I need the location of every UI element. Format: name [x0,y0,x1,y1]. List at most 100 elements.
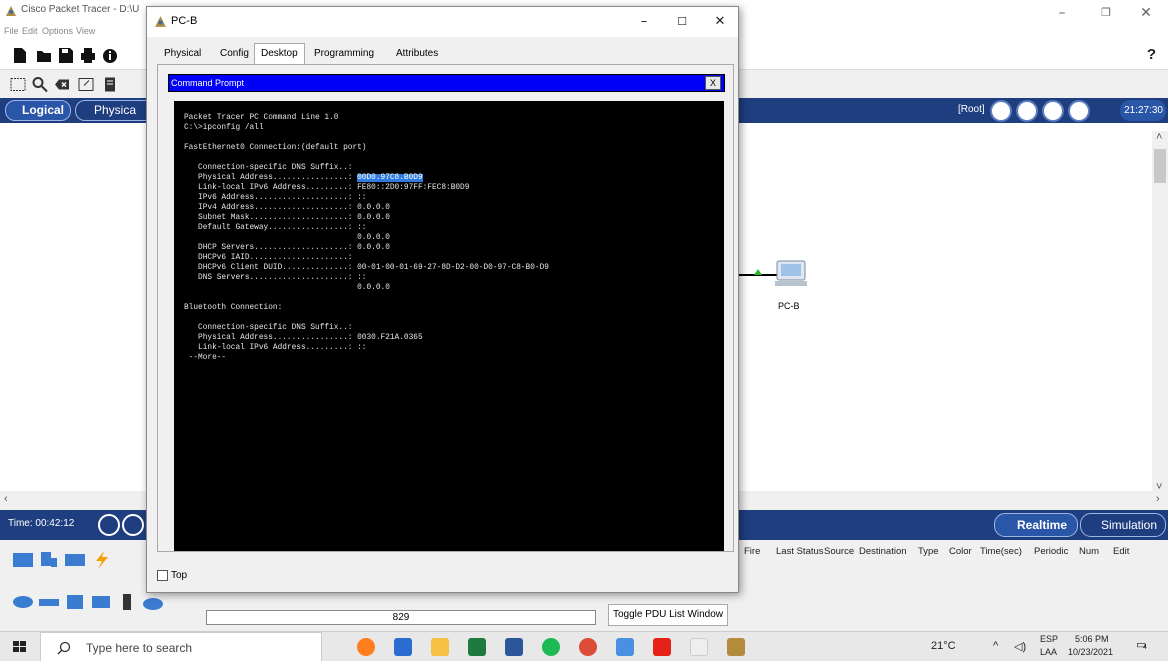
fast-forward-icon[interactable] [122,514,144,536]
scroll-up-icon[interactable]: ˄ [1156,131,1162,143]
pdu-col-type: Type [918,546,939,557]
pc-b-app-icon [155,16,166,27]
windows-taskbar: Type here to search 21°C ^ ◁) ESP LAA 5:… [0,631,1168,661]
close-icon[interactable]: ✕ [1126,2,1166,24]
maximize-icon[interactable]: ❐ [1086,2,1126,24]
wan-emulation-icon[interactable] [142,592,164,612]
network-devices-icon[interactable] [12,550,34,570]
pc-b-label: PC-B [778,301,800,311]
new-cluster-icon[interactable] [1016,100,1038,122]
info-icon[interactable] [102,47,118,64]
menu-options[interactable]: Options [42,26,73,36]
tab-programming[interactable]: Programming [307,43,381,65]
simulation-label: Simulation [1101,518,1158,532]
logical-view-button[interactable]: Logical [5,100,71,121]
terminal-line: DHCP Servers....................: 0.0.0.… [184,244,390,252]
clock-time[interactable]: 5:06 PM [1075,634,1109,644]
power-cycle-icon[interactable] [98,514,120,536]
minimize-icon[interactable]: – [1042,2,1082,24]
top-checkbox[interactable]: Top [157,570,187,581]
language-layout[interactable]: LAA [1040,647,1057,657]
components-icon[interactable] [64,550,86,570]
logical-view-label: Logical [22,103,65,117]
toggle-pdu-list-button[interactable]: Toggle PDU List Window [608,604,728,626]
physical-view-label: Physica [94,103,137,117]
volume-icon[interactable]: ◁) [1014,640,1026,653]
wireless-category-icon[interactable] [90,592,112,612]
clock-date[interactable]: 10/23/2021 [1068,647,1113,657]
snipping-tool-app-icon[interactable] [690,638,708,656]
packet-tracer-app-icon[interactable] [727,638,745,656]
zoom-app-icon[interactable] [616,638,634,656]
tray-chevron-icon[interactable]: ^ [993,640,998,652]
router-category-icon[interactable] [12,592,34,612]
command-prompt-terminal[interactable]: Packet Tracer PC Command Line 1.0 C:\>ipc… [174,101,724,551]
weather-temperature[interactable]: 21°C [931,640,956,652]
realtime-mode-button[interactable]: Realtime [994,513,1078,537]
dialog-minimize-icon[interactable]: – [627,11,661,33]
note-icon[interactable] [102,76,118,93]
excel-app-icon[interactable] [468,638,486,656]
scroll-right-icon[interactable]: › [1156,493,1160,505]
word-app-icon[interactable] [505,638,523,656]
menu-edit[interactable]: Edit [22,26,38,36]
end-devices-icon[interactable] [38,550,60,570]
top-checkbox-label: Top [171,570,188,582]
outlook-app-icon[interactable] [394,638,412,656]
menu-view[interactable]: View [76,26,95,36]
hub-category-icon[interactable] [64,592,86,612]
select-icon[interactable] [10,76,26,93]
vertical-scroll-thumb[interactable] [1154,149,1166,183]
spotify-app-icon[interactable] [542,638,560,656]
device-model-box: 829 [206,610,596,625]
search-icon [57,641,71,655]
help-icon[interactable]: ? [1147,46,1156,63]
tab-attributes[interactable]: Attributes [389,43,445,65]
simulation-mode-button[interactable]: Simulation [1080,513,1166,537]
delete-icon[interactable] [54,76,70,93]
terminal-line: Packet Tracer PC Command Line 1.0 [184,114,339,122]
firefox-app-icon[interactable] [357,638,375,656]
scroll-left-icon[interactable]: ‹ [4,493,8,505]
command-prompt-title: Command Prompt [171,78,245,88]
move-object-icon[interactable] [1042,100,1064,122]
pc-b-title: PC-B [171,15,198,27]
tab-desktop[interactable]: Desktop [254,43,305,65]
terminal-line: Physical Address................: 00D0.9… [184,174,423,182]
taskbar-search[interactable]: Type here to search [40,632,322,661]
resize-icon[interactable] [78,76,94,93]
save-icon[interactable] [58,47,74,64]
menu-file[interactable]: File [4,26,19,36]
packet-tracer-icon [6,6,16,16]
simulation-time: Time: 00:42:12 [8,518,75,529]
new-file-icon[interactable] [12,47,28,64]
file-explorer-app-icon[interactable] [431,638,449,656]
tab-config[interactable]: Config [213,43,256,65]
zoom-search-icon[interactable] [32,76,48,93]
physical-view-button[interactable]: Physica [75,100,155,121]
open-folder-icon[interactable] [36,47,52,64]
pdu-col-color: Color [949,546,972,557]
tab-physical[interactable]: Physical [157,43,208,65]
terminal-line: Connection-specific DNS Suffix..: [184,164,353,172]
back-icon[interactable] [990,100,1012,122]
youtube-app-icon[interactable] [653,638,671,656]
connections-icon[interactable] [90,550,112,570]
switch-category-icon[interactable] [38,592,60,612]
top-checkbox-box[interactable] [157,570,168,581]
scroll-down-icon[interactable]: ˅ [1156,481,1162,493]
command-prompt-close-button[interactable]: X [705,76,721,90]
workspace-vertical-scrollbar[interactable]: ˄ ˅ [1152,131,1168,497]
language-code[interactable]: ESP [1040,634,1058,644]
dialog-maximize-icon[interactable]: ☐ [665,11,699,33]
windows-start-icon[interactable] [0,632,40,661]
terminal-line: Default Gateway.................: :: [184,224,367,232]
terminal-line: C:\>ipconfig /all [184,124,264,132]
set-background-icon[interactable] [1068,100,1090,122]
print-icon[interactable] [80,47,96,64]
highlighted-mac-address: 00D0.97C8.B0D9 [357,174,423,182]
dialog-close-icon[interactable]: ✕ [703,11,737,33]
pdu-col-destination: Destination [859,546,907,557]
security-category-icon[interactable] [116,592,138,612]
chrome-app-icon[interactable] [579,638,597,656]
